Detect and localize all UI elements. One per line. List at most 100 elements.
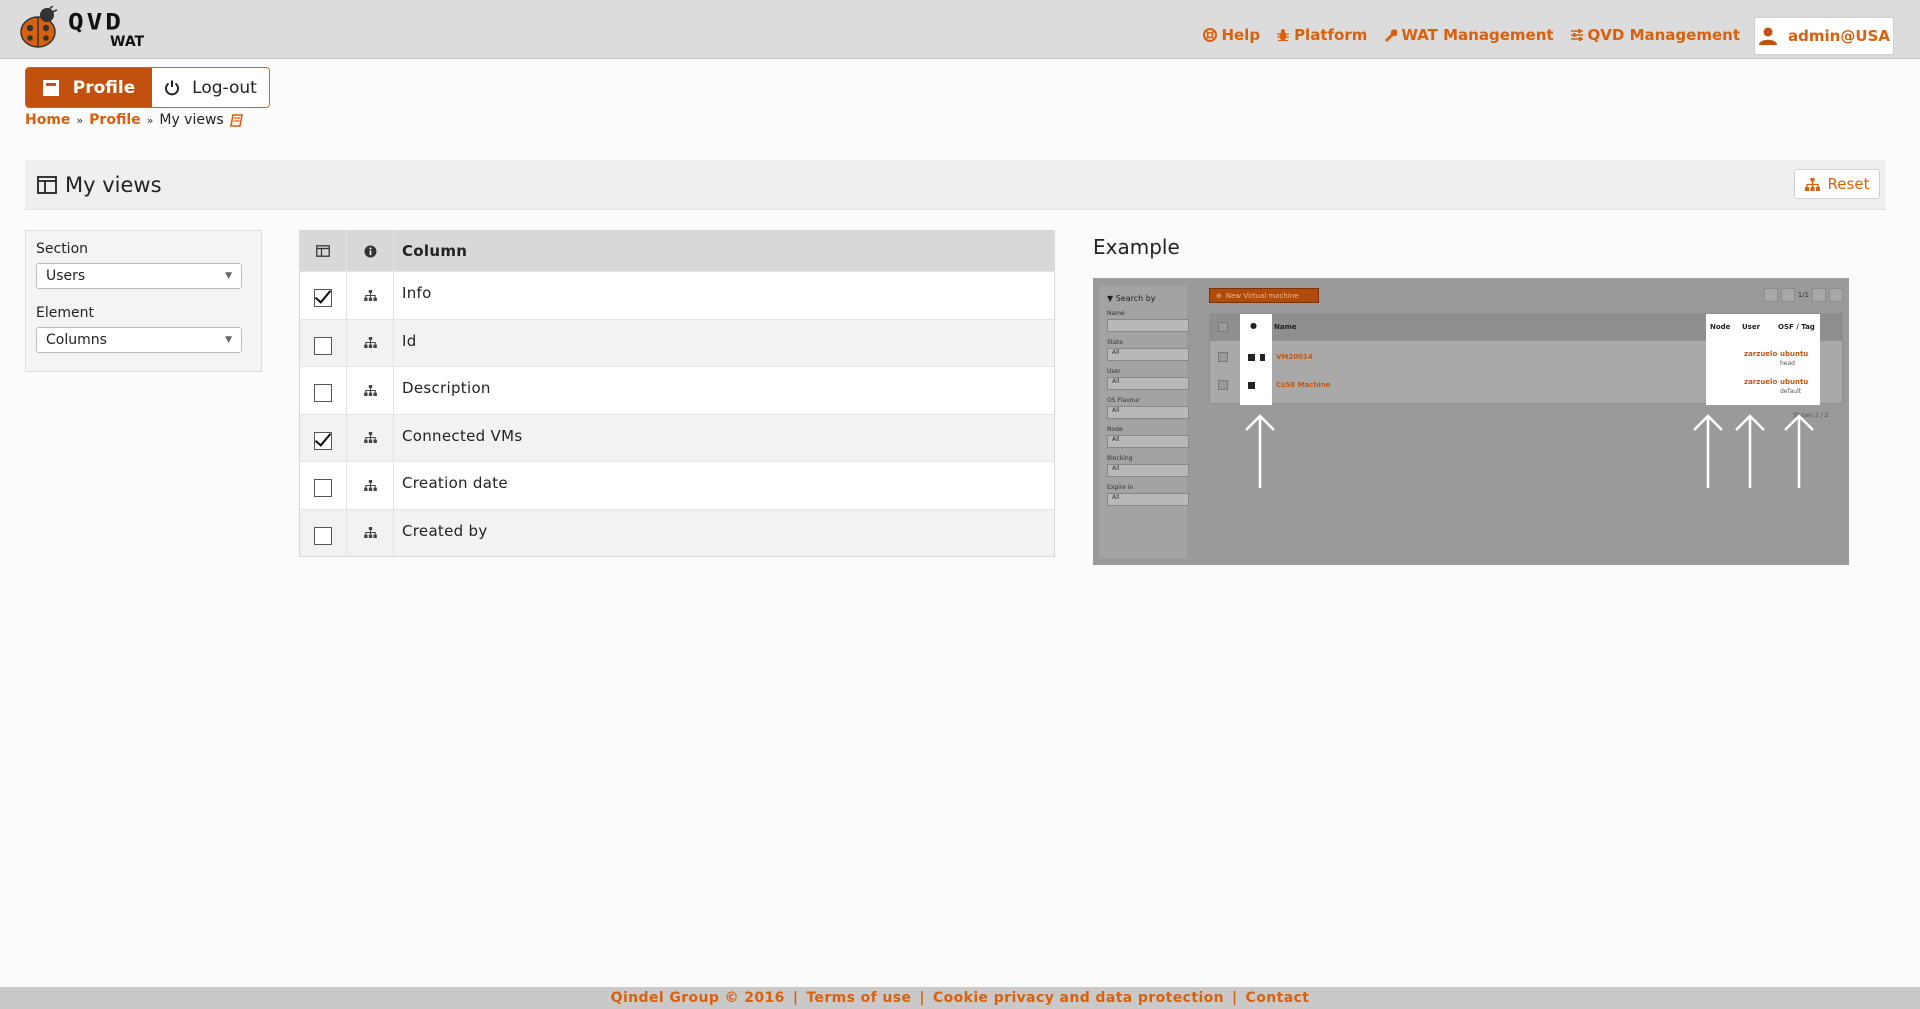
example-filter-label: OS Flavour (1107, 397, 1140, 404)
example-col-user: User (1742, 323, 1761, 331)
example-row-tag: default (1780, 388, 1802, 395)
nav-qvd-management[interactable]: QVD Management (1570, 26, 1740, 44)
example-label: Example (1093, 235, 1180, 259)
sitemap-icon (363, 432, 377, 444)
example-filter-label: State (1107, 339, 1123, 346)
ladybug-logo-icon (20, 6, 58, 48)
example-new-vm-button: ⊕ New Virtual machine (1209, 288, 1319, 303)
table-header: Column (300, 231, 1054, 271)
breadcrumb-separator-icon: » (76, 113, 84, 127)
arrow-up-icon (1784, 414, 1814, 488)
checkbox-cell (300, 367, 347, 414)
example-search-by: ▼ Search by (1107, 294, 1156, 303)
power-icon (165, 80, 180, 95)
user-menu-button[interactable]: admin@USA (1754, 17, 1894, 55)
example-col-osf: OSF / Tag (1778, 323, 1815, 331)
example-filter-select: All (1107, 435, 1189, 448)
column-visible-checkbox[interactable] (314, 289, 332, 308)
table-row: Creation date (300, 461, 1054, 509)
sitemap-icon (363, 289, 377, 301)
footer-cookie-link[interactable]: Cookie privacy and data protection (933, 990, 1224, 1006)
example-filter-select: All (1107, 464, 1189, 477)
example-filter-label: Name (1107, 310, 1125, 317)
profile-button-label: Profile (72, 77, 136, 98)
profile-button-group: Profile Log-out (25, 67, 270, 108)
arrow-up-icon (1735, 414, 1765, 488)
example-filter-select: All (1107, 377, 1189, 390)
example-row-osf: ubuntu (1780, 350, 1809, 358)
column-label: Id (402, 331, 417, 350)
breadcrumb-profile[interactable]: Profile (89, 112, 140, 128)
column-label: Description (402, 379, 491, 397)
sitemap-cell (347, 367, 394, 414)
example-filter-input (1107, 319, 1189, 332)
section-select[interactable]: Users ▼ (36, 263, 242, 289)
nav-wat-management[interactable]: WAT Management (1383, 26, 1554, 44)
sitemap-cell (347, 319, 394, 366)
example-row-name: Cs58 Machine (1276, 381, 1331, 389)
sitemap-cell (347, 414, 394, 461)
footer-terms-link[interactable]: Terms of use (806, 990, 911, 1006)
breadcrumb-home[interactable]: Home (25, 112, 70, 128)
element-select[interactable]: Columns ▼ (36, 327, 242, 353)
column-visible-checkbox[interactable] (314, 384, 332, 403)
wrench-icon (1385, 29, 1398, 42)
sitemap-cell (347, 509, 394, 556)
column-visible-checkbox[interactable] (314, 431, 332, 450)
profile-button[interactable]: Profile (26, 68, 152, 107)
columns-table: Column Info Id Description Connected VMs… (299, 230, 1055, 557)
qvd-logo[interactable]: QVD WAT (18, 6, 158, 52)
checkbox-cell (300, 509, 347, 556)
logo-subtitle: WAT (110, 34, 145, 50)
user-icon (1759, 27, 1778, 45)
sitemap-icon (363, 337, 377, 349)
logout-button[interactable]: Log-out (152, 68, 269, 107)
columns-icon (37, 176, 57, 194)
example-filter-select: All (1107, 493, 1189, 506)
nav-help[interactable]: Help (1203, 26, 1260, 44)
example-filter-label: Blocking (1107, 455, 1133, 462)
table-row: Description (300, 366, 1054, 414)
checkbox-cell (300, 319, 347, 366)
footer-contact-link[interactable]: Contact (1246, 990, 1310, 1006)
footer-separator: | (1232, 990, 1238, 1006)
book-icon[interactable] (229, 113, 243, 127)
example-pager-text: 1/1 (1797, 291, 1809, 299)
arrow-up-icon (1693, 414, 1723, 488)
footer-copyright: Qindel Group © 2016 (610, 990, 785, 1006)
table-row: Info (300, 271, 1054, 319)
lifebuoy-icon (1203, 28, 1218, 42)
footer-separator: | (792, 990, 799, 1006)
reset-button[interactable]: Reset (1794, 169, 1880, 199)
example-search-by-label: Search by (1115, 294, 1156, 303)
sitemap-icon (363, 479, 377, 491)
column-visible-checkbox[interactable] (314, 526, 332, 545)
top-navigation: Help Platform WAT Management QVD Managem… (1203, 26, 1740, 44)
example-search-panel: ▼ Search by Name State All User All OS F… (1099, 286, 1189, 558)
nav-platform[interactable]: Platform (1276, 26, 1367, 44)
column-visible-checkbox[interactable] (314, 479, 332, 498)
element-select-value: Columns (46, 332, 107, 348)
page-header: My views Reset (25, 160, 1886, 210)
chevron-down-icon: ▼ (225, 271, 232, 281)
example-col-name: Name (1274, 323, 1297, 331)
example-filter-label: Expire in (1107, 484, 1134, 491)
profile-card-icon (42, 79, 59, 96)
user-name: admin@USA (1788, 27, 1890, 45)
breadcrumb-separator-icon: » (146, 113, 154, 127)
column-label: Created by (402, 521, 488, 540)
sitemap-cell (347, 272, 394, 319)
page-title-wrap: My views (37, 173, 162, 197)
sitemap-icon (363, 384, 377, 396)
columns-icon (316, 245, 330, 257)
column-visible-checkbox[interactable] (314, 336, 332, 355)
table-row: Connected VMs (300, 413, 1054, 461)
table-row: Id (300, 318, 1054, 366)
table-row: Created by (300, 508, 1054, 556)
logo-text: QVD (68, 10, 124, 36)
nav-help-label: Help (1221, 26, 1261, 44)
top-bar: QVD WAT Help Platform WAT Management QVD… (0, 0, 1920, 59)
column-label: Creation date (402, 474, 508, 492)
bug-icon (1277, 29, 1290, 42)
reset-button-label: Reset (1827, 175, 1870, 193)
